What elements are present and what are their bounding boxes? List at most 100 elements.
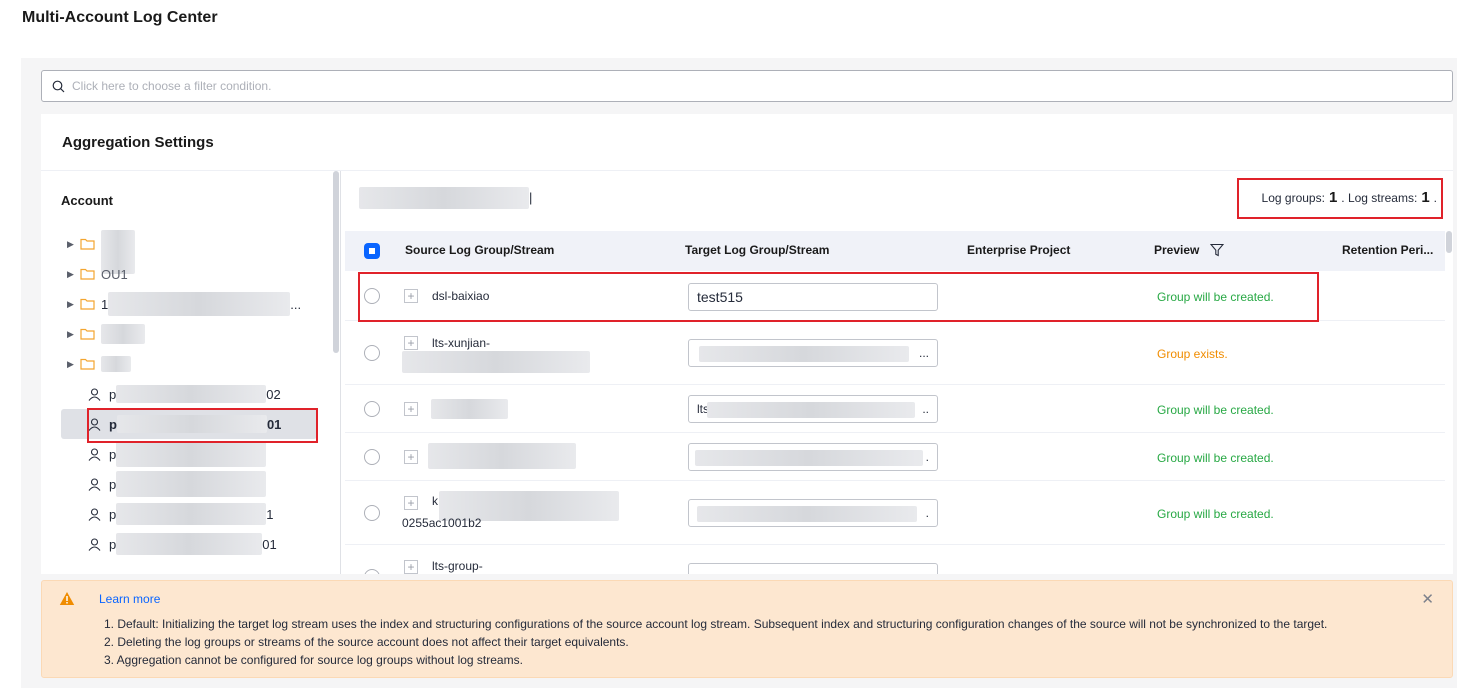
log-counts-end: . bbox=[1433, 191, 1437, 205]
redacted-text bbox=[101, 324, 145, 344]
redacted-text bbox=[116, 503, 267, 525]
target-log-group-input[interactable]: . bbox=[688, 443, 938, 471]
caret-right-icon[interactable]: ▶ bbox=[67, 239, 77, 250]
user-prefix: p bbox=[109, 506, 117, 522]
row-checkbox[interactable] bbox=[364, 449, 380, 465]
user-suffix: 01 bbox=[262, 536, 277, 552]
target-ellipsis: . bbox=[925, 450, 929, 464]
user-icon bbox=[88, 387, 101, 401]
filter-icon[interactable] bbox=[1210, 243, 1224, 257]
expand-icon[interactable]: + bbox=[404, 450, 418, 464]
folder-icon bbox=[80, 238, 95, 250]
preview-status: Group will be created. bbox=[1157, 451, 1274, 465]
preview-status: Group will be created. bbox=[1157, 290, 1274, 304]
notice-alert: Learn more ✕ 1. Default: Initializing th… bbox=[41, 580, 1453, 678]
tree-folder-5[interactable]: ▶ bbox=[61, 349, 317, 379]
account-panel: Account ▶ ▶ OU1 ▶ 1 ... ▶ ▶ p 02 p 01 p … bbox=[41, 171, 341, 574]
account-scrollbar[interactable] bbox=[333, 171, 339, 353]
log-groups-count: 1 bbox=[1328, 189, 1338, 206]
user-prefix: p bbox=[109, 476, 117, 492]
tree-folder-4[interactable]: ▶ bbox=[61, 319, 317, 349]
table-row: + lts .. Group will be created. bbox=[345, 385, 1445, 433]
tree-folder-3[interactable]: ▶ 1 ... bbox=[61, 289, 317, 319]
target-log-group-input[interactable]: ... bbox=[688, 339, 938, 367]
table-row: + k 0255ac1001b2 . Group will be created… bbox=[345, 481, 1445, 545]
source-log-group: lts-xunjian- bbox=[432, 336, 491, 350]
user-prefix: p bbox=[109, 416, 117, 432]
user-prefix: p bbox=[109, 386, 117, 402]
caret-right-icon[interactable]: ▶ bbox=[67, 269, 77, 280]
folder-suffix: ... bbox=[290, 296, 302, 312]
account-heading: Account bbox=[61, 193, 113, 208]
expand-icon[interactable]: + bbox=[404, 496, 418, 510]
page-title: Multi-Account Log Center bbox=[22, 9, 218, 26]
tree-folder-2[interactable]: ▶ OU1 bbox=[61, 259, 317, 289]
caret-right-icon[interactable]: ▶ bbox=[67, 359, 77, 370]
folder-icon bbox=[80, 298, 95, 310]
redacted-text bbox=[116, 385, 267, 403]
redacted-text bbox=[431, 399, 508, 419]
folder-icon bbox=[80, 268, 95, 280]
redacted-text bbox=[116, 415, 267, 433]
tree-folder-1[interactable]: ▶ bbox=[61, 229, 317, 274]
tree-user-3[interactable]: p bbox=[61, 439, 317, 469]
preview-status: Group will be created. bbox=[1157, 507, 1274, 521]
redacted-text bbox=[428, 443, 576, 469]
user-icon bbox=[88, 447, 101, 461]
alert-line-3: 3. Aggregation cannot be configured for … bbox=[104, 653, 523, 667]
tree-user-4[interactable]: p bbox=[61, 469, 317, 499]
target-log-group-input[interactable]: . bbox=[688, 499, 938, 527]
redacted-text bbox=[116, 533, 263, 555]
table-scrollbar[interactable] bbox=[1446, 231, 1452, 253]
filter-bar[interactable] bbox=[41, 70, 1453, 102]
source-log-group: dsl-baixiao bbox=[432, 289, 490, 303]
header-target: Target Log Group/Stream bbox=[685, 243, 830, 257]
log-streams-label: . Log streams: bbox=[1341, 191, 1418, 205]
target-log-group-input[interactable] bbox=[688, 283, 938, 311]
row-checkbox[interactable] bbox=[364, 288, 380, 304]
tree-user-1[interactable]: p 02 bbox=[61, 379, 317, 409]
alert-line-2: 2. Deleting the log groups or streams of… bbox=[104, 635, 629, 649]
redacted-text bbox=[697, 506, 917, 522]
filter-input[interactable] bbox=[70, 78, 1452, 94]
table-row: + dsl-baixiao Group will be created. bbox=[345, 271, 1445, 321]
learn-more-link[interactable]: Learn more bbox=[99, 592, 160, 606]
row-checkbox[interactable] bbox=[364, 345, 380, 361]
expand-icon[interactable]: + bbox=[404, 289, 418, 303]
folder-icon bbox=[80, 328, 95, 340]
aggregation-settings-card: Aggregation Settings Account ▶ ▶ OU1 ▶ 1… bbox=[41, 114, 1453, 574]
caret-right-icon[interactable]: ▶ bbox=[67, 329, 77, 340]
redacted-text bbox=[695, 450, 923, 466]
user-prefix: p bbox=[109, 536, 117, 552]
expand-icon[interactable]: + bbox=[404, 560, 418, 574]
preview-status: Group exists. bbox=[1157, 347, 1228, 361]
caret-right-icon[interactable]: ▶ bbox=[67, 299, 77, 310]
row-checkbox[interactable] bbox=[364, 505, 380, 521]
select-all-checkbox[interactable] bbox=[364, 243, 380, 259]
row-checkbox[interactable] bbox=[364, 569, 380, 574]
tree-user-6[interactable]: p 01 bbox=[61, 529, 317, 559]
table-header: Source Log Group/Stream Target Log Group… bbox=[345, 231, 1445, 271]
target-log-group-input[interactable]: lts .. bbox=[688, 395, 938, 423]
redacted-text bbox=[402, 351, 590, 373]
tree-user-5[interactable]: p 1 bbox=[61, 499, 317, 529]
row-checkbox[interactable] bbox=[364, 401, 380, 417]
expand-icon[interactable]: + bbox=[404, 402, 418, 416]
redacted-text bbox=[707, 402, 915, 418]
log-counts: Log groups: 1 . Log streams: 1 . bbox=[1262, 189, 1437, 206]
target-ellipsis: .. bbox=[922, 402, 929, 416]
expand-icon[interactable]: + bbox=[404, 336, 418, 350]
redacted-text bbox=[116, 471, 267, 497]
redacted-text bbox=[101, 356, 131, 372]
target-log-group-input[interactable] bbox=[688, 563, 938, 574]
log-stream-panel: | Log groups: 1 . Log streams: 1 . Sourc… bbox=[342, 171, 1453, 574]
close-icon[interactable]: ✕ bbox=[1421, 590, 1434, 608]
warning-icon bbox=[59, 592, 75, 605]
user-suffix: 1 bbox=[266, 506, 274, 522]
source-log-group-line2: 0255ac1001b2 bbox=[402, 516, 482, 530]
user-suffix: 01 bbox=[266, 416, 282, 432]
tree-user-2[interactable]: p 01 bbox=[61, 409, 317, 439]
log-streams-count: 1 bbox=[1421, 189, 1430, 206]
source-log-group: lts-group- bbox=[432, 559, 483, 573]
table-row: + lts-group- bbox=[345, 545, 1445, 574]
